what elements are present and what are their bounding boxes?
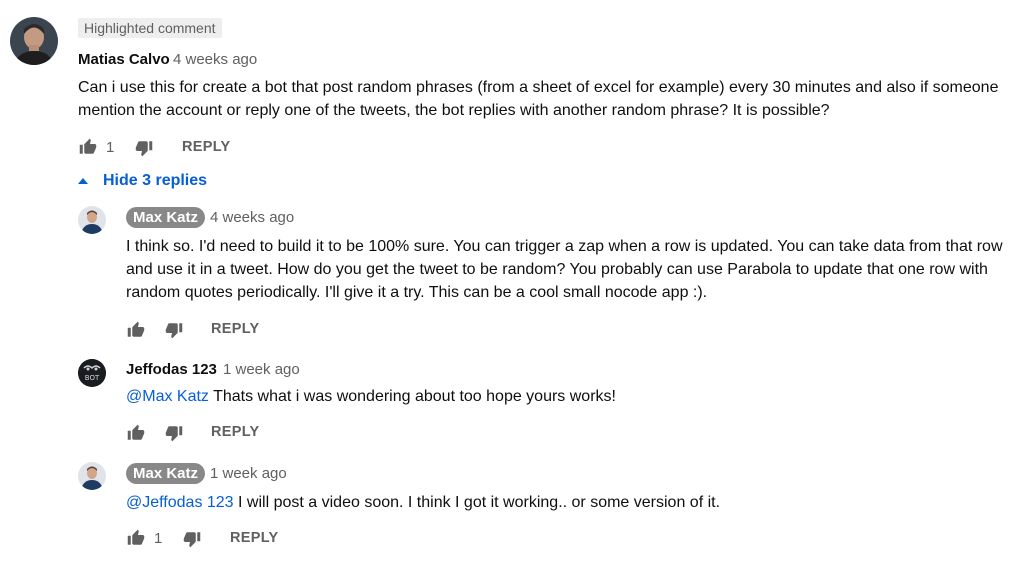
reply-timestamp[interactable]: 1 week ago [223, 361, 300, 378]
thumbs-up-icon [127, 424, 145, 440]
reply-button[interactable]: REPLY [230, 530, 279, 546]
reply-timestamp[interactable]: 4 weeks ago [210, 209, 294, 226]
avatar-image [10, 17, 58, 65]
reply-button[interactable]: REPLY [211, 321, 260, 337]
comment-timestamp[interactable]: 4 weeks ago [173, 51, 257, 68]
reply-button[interactable]: REPLY [211, 424, 260, 440]
reply-text: @Jeffodas 123 I will post a video soon. … [126, 491, 1014, 514]
like-count: 1 [154, 530, 163, 547]
avatar-image [78, 462, 106, 490]
reply-text: @Max Katz Thats what i was wondering abo… [126, 385, 1014, 408]
reply-text: I think so. I'd need to build it to be 1… [126, 238, 1003, 301]
thumbs-down-icon [135, 141, 153, 157]
bot-logo-icon [78, 359, 106, 387]
reply-author-badge[interactable]: Max Katz [126, 463, 206, 484]
like-button[interactable] [126, 321, 146, 344]
highlighted-comment-badge: Highlighted comment [78, 18, 222, 38]
hide-replies-toggle[interactable]: Hide 3 replies [103, 172, 207, 190]
avatar-matias-calvo[interactable] [10, 17, 58, 65]
like-button[interactable] [78, 138, 98, 161]
avatar-max-katz[interactable] [78, 462, 106, 490]
reply-author-badge[interactable]: Max Katz [126, 207, 206, 228]
thumbs-up-icon [127, 529, 145, 545]
dislike-button[interactable] [182, 530, 202, 553]
dislike-button[interactable] [164, 424, 184, 447]
like-button[interactable] [126, 529, 146, 552]
reply-author[interactable]: Jeffodas 123 [126, 361, 217, 378]
thumbs-down-icon [165, 323, 183, 339]
avatar-max-katz[interactable] [78, 206, 106, 234]
dislike-button[interactable] [164, 321, 184, 344]
caret-up-icon[interactable] [78, 178, 88, 184]
reply-button[interactable]: REPLY [182, 139, 231, 155]
avatar-image [78, 206, 106, 234]
thumbs-up-icon [127, 321, 145, 337]
like-count: 1 [106, 139, 115, 156]
mention-link[interactable]: @Max Katz [126, 388, 209, 405]
like-button[interactable] [126, 424, 146, 447]
thumbs-up-icon [79, 138, 97, 154]
reply-body: I will post a video soon. I think I got … [238, 494, 721, 511]
reply-timestamp[interactable]: 1 week ago [210, 465, 287, 482]
dislike-button[interactable] [134, 139, 154, 162]
comment-author[interactable]: Matias Calvo [78, 51, 170, 68]
avatar-bot-text: BOT [84, 374, 100, 382]
mention-link[interactable]: @Jeffodas 123 [126, 494, 234, 511]
thumbs-down-icon [183, 532, 201, 548]
thumbs-down-icon [165, 426, 183, 442]
comment-text: Can i use this for create a bot that pos… [78, 79, 999, 119]
reply-body: Thats what i was wondering about too hop… [213, 388, 616, 405]
avatar-jeffodas-123[interactable]: BOT [78, 359, 106, 387]
